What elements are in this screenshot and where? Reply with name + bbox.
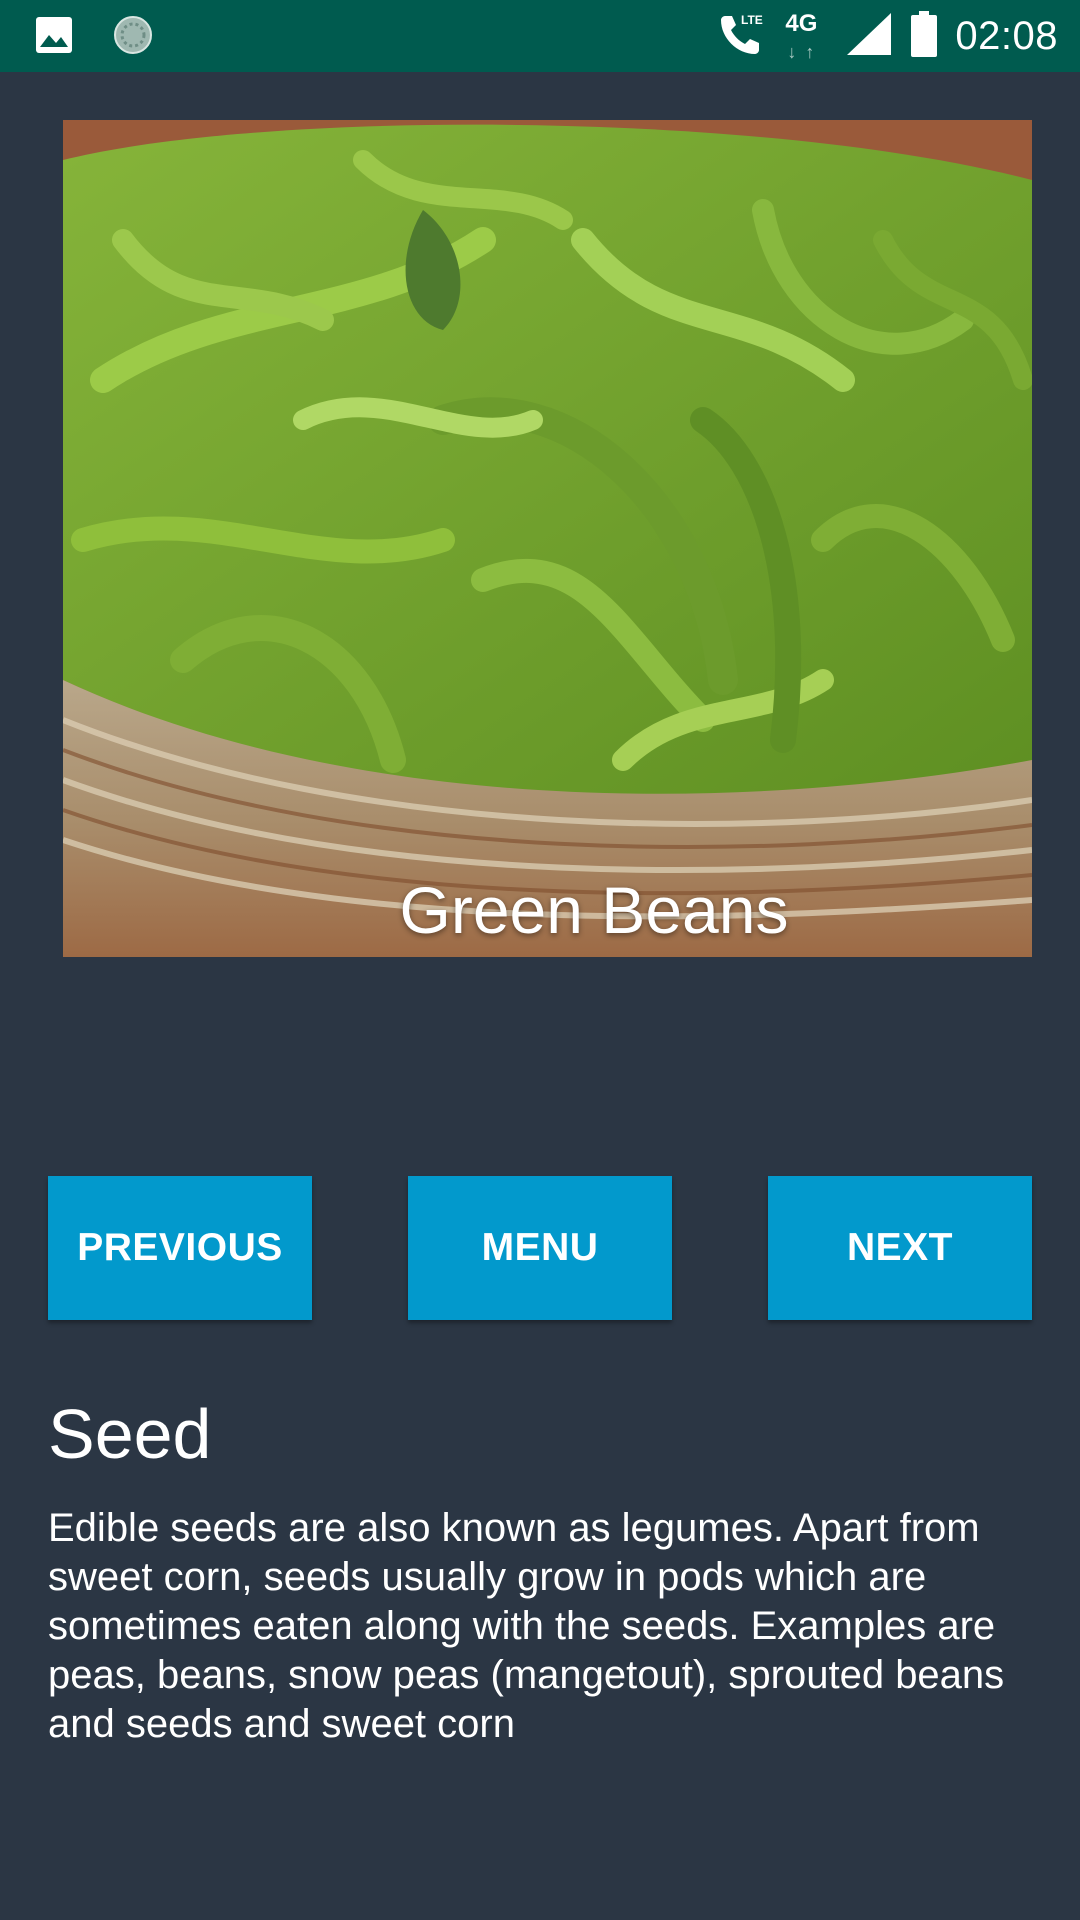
hero-title: Green Beans xyxy=(399,873,789,947)
battery-icon xyxy=(911,11,938,61)
status-bar: LTE 4G ↓ ↑ 02:08 xyxy=(0,0,1080,72)
network-label: 4G xyxy=(785,10,818,37)
section-body: Edible seeds are also known as legumes. … xyxy=(48,1506,1005,1746)
clock: 02:08 xyxy=(955,13,1058,58)
loading-spinner-icon xyxy=(112,14,154,60)
download-arrow-icon: ↓ xyxy=(787,42,797,62)
section-title: Seed xyxy=(48,1395,212,1473)
next-button[interactable]: NEXT xyxy=(768,1176,1032,1320)
network-type-indicator: 4G ↓ ↑ xyxy=(783,8,827,64)
signal-icon xyxy=(845,11,893,61)
image-icon xyxy=(34,15,74,59)
green-beans-photo xyxy=(63,120,1032,957)
lte-call-icon: LTE xyxy=(717,10,765,62)
menu-button[interactable]: MENU xyxy=(408,1176,672,1320)
previous-button[interactable]: PREVIOUS xyxy=(48,1176,312,1320)
upload-arrow-icon: ↑ xyxy=(805,42,815,62)
svg-text:LTE: LTE xyxy=(741,13,763,27)
